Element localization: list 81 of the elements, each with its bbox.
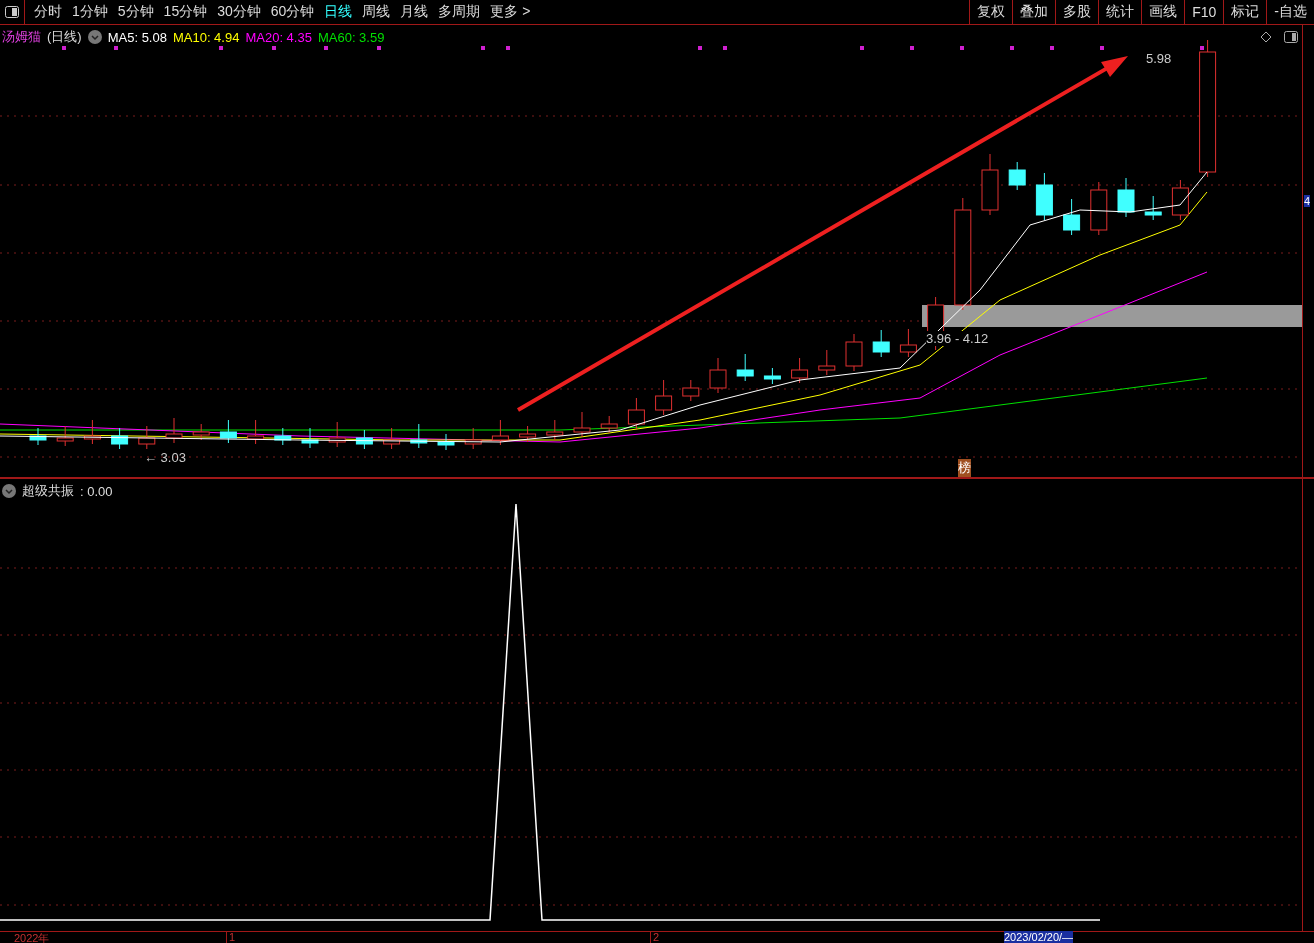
candlestick	[1117, 177, 1135, 218]
zone-price-label: 3.96 - 4.12	[926, 331, 989, 346]
candlestick	[981, 153, 999, 216]
axis-price-tag: 4	[1304, 195, 1311, 207]
candlestick	[845, 333, 863, 372]
candlestick	[600, 415, 618, 434]
time-axis-label: 2	[650, 931, 660, 943]
stock-name: 汤姆猫	[2, 28, 41, 46]
period-tab[interactable]: 5分钟	[112, 3, 159, 21]
candlestick	[111, 427, 129, 450]
candlestick	[355, 429, 373, 450]
candlestick	[410, 423, 428, 449]
candlestick	[247, 419, 265, 445]
period-tab[interactable]: 60分钟	[265, 3, 320, 21]
candlestick	[573, 411, 591, 438]
candlestick	[1063, 198, 1081, 236]
dropdown-icon[interactable]	[87, 30, 102, 44]
ma-value: MA60: 3.59	[317, 29, 385, 45]
dropdown-icon[interactable]	[2, 484, 16, 498]
period-tab[interactable]: 15分钟	[158, 3, 213, 21]
candlestick	[872, 329, 890, 358]
candlestick	[491, 419, 509, 446]
toolbar-button[interactable]: 多股	[1055, 0, 1099, 24]
period-tab[interactable]: 30分钟	[212, 3, 266, 21]
candlestick	[219, 419, 237, 444]
candlestick	[546, 419, 564, 441]
candlestick	[138, 425, 156, 450]
ma-value: MA10: 4.94	[172, 29, 240, 45]
diamond-icon[interactable]	[1260, 31, 1272, 43]
candlestick	[192, 423, 210, 441]
candlestick	[1144, 195, 1162, 221]
ma-value: MA20: 4.35	[245, 29, 312, 45]
candlestick	[736, 353, 754, 382]
time-axis-label: 2022年	[13, 931, 50, 943]
toolbar-button[interactable]: 画线	[1141, 0, 1185, 24]
toolbar-button[interactable]: -自选	[1266, 0, 1314, 24]
candlestick	[1008, 161, 1026, 191]
candlestick	[383, 427, 401, 450]
candlestick	[519, 425, 537, 443]
low-price-label: ← 3.03	[144, 450, 186, 465]
indicator-name: 超级共振	[22, 482, 74, 500]
rank-badge[interactable]: 榜	[958, 459, 971, 477]
cursor-date-label: 2023/02/20/—	[1004, 931, 1074, 943]
indicator-value: : 0.00	[80, 483, 113, 499]
period-tab[interactable]: 分时	[29, 3, 67, 21]
candlestick	[763, 367, 781, 385]
candlestick	[464, 427, 482, 450]
toolbar-button[interactable]: 复权	[969, 0, 1013, 24]
candlestick	[655, 379, 673, 416]
candlestick	[709, 357, 727, 394]
ma-value: MA5: 5.08	[107, 29, 167, 45]
candlestick	[682, 379, 700, 402]
candlestick	[274, 427, 292, 446]
period-tab[interactable]: 多周期	[433, 3, 486, 21]
candlestick	[83, 419, 101, 445]
period-label: (日线)	[47, 28, 82, 46]
period-tab[interactable]: 日线	[319, 3, 358, 21]
time-axis-label: 1	[226, 931, 236, 943]
candlestick	[29, 427, 47, 446]
period-tab[interactable]: 周线	[357, 3, 396, 21]
period-tab[interactable]: 1分钟	[67, 3, 113, 21]
candlestick	[1090, 181, 1108, 236]
candlestick	[1171, 179, 1189, 221]
panel-toggle-icon[interactable]	[1284, 31, 1298, 43]
candlestick	[1035, 172, 1053, 221]
candlestick	[56, 425, 74, 447]
toolbar-button[interactable]: 统计	[1098, 0, 1142, 24]
candlestick	[899, 328, 917, 358]
candlestick	[165, 417, 183, 444]
candlestick	[301, 427, 319, 449]
candlestick	[328, 421, 346, 448]
high-price-label: 5.98	[1146, 51, 1172, 66]
period-tab[interactable]: 月线	[395, 3, 434, 21]
candlestick	[437, 433, 455, 451]
candlestick	[791, 357, 809, 384]
toolbar-button[interactable]: F10	[1184, 0, 1224, 24]
candlestick	[818, 349, 836, 376]
toolbar-button[interactable]: 叠加	[1012, 0, 1056, 24]
period-tab[interactable]: 更多 >	[485, 3, 536, 21]
toolbar-button[interactable]: 标记	[1223, 0, 1267, 24]
candlestick	[627, 397, 645, 430]
